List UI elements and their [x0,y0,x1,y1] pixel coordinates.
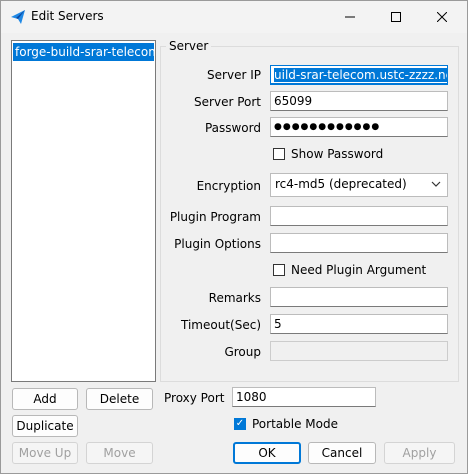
portable-mode-box[interactable]: ✓ [234,418,246,430]
portable-mode-label: Portable Mode [252,417,338,431]
need-plugin-argument-label: Need Plugin Argument [291,263,427,277]
maximize-icon [391,12,401,22]
timeout-label: Timeout(Sec) [181,318,261,332]
plugin-options-input[interactable] [270,233,448,253]
portable-mode-checkbox[interactable]: ✓ Portable Mode [234,417,338,431]
plugin-program-input[interactable] [270,206,448,226]
chevron-down-icon [431,181,441,187]
close-icon [437,12,447,22]
password-input[interactable]: ●●●●●●●●●●●● [270,117,448,137]
group-label: Group [224,345,261,359]
server-ip-label: Server IP [207,68,261,82]
ok-button[interactable]: OK [233,442,301,464]
remarks-label: Remarks [208,291,261,305]
title-bar[interactable]: Edit Servers [1,1,467,33]
encryption-label: Encryption [196,179,261,193]
paper-plane-icon [11,10,25,24]
need-plugin-argument-box[interactable] [273,264,285,276]
add-button[interactable]: Add [12,388,78,410]
move-up-button[interactable]: Move Up [12,442,78,464]
window-title: Edit Servers [31,9,104,23]
show-password-checkbox[interactable]: Show Password [273,147,383,161]
show-password-box[interactable] [273,148,285,160]
remarks-input[interactable] [270,287,448,307]
server-ip-value: uild-srar-telecom.ustc-zzzz.net [274,68,447,82]
show-password-label: Show Password [291,147,384,161]
proxy-port-label: Proxy Port [164,391,225,405]
proxy-port-input[interactable]: 1080 [232,387,376,407]
maximize-button[interactable] [373,1,419,33]
password-label: Password [204,121,261,135]
plugin-program-label: Plugin Program [169,210,261,224]
encryption-value: rc4-md5 (deprecated) [275,177,407,191]
need-plugin-argument-checkbox[interactable]: Need Plugin Argument [273,263,426,277]
server-port-label: Server Port [194,95,261,109]
duplicate-button[interactable]: Duplicate [12,415,78,437]
server-list-item[interactable]: forge-build-srar-telecom [13,43,154,61]
server-list[interactable]: forge-build-srar-telecom [11,40,156,382]
server-group-title: Server [166,39,212,53]
server-ip-input[interactable]: uild-srar-telecom.ustc-zzzz.net [270,65,448,85]
cancel-button[interactable]: Cancel [308,442,376,464]
move-down-button[interactable]: Move [86,442,153,464]
minimize-button[interactable] [327,1,373,33]
encryption-select[interactable]: rc4-md5 (deprecated) [270,173,448,197]
server-port-input[interactable]: 65099 [270,91,448,111]
delete-button[interactable]: Delete [86,388,153,410]
apply-button[interactable]: Apply [384,442,455,464]
group-input [270,341,448,361]
minimize-icon [345,16,355,18]
timeout-input[interactable]: 5 [270,314,448,334]
close-button[interactable] [419,1,465,33]
plugin-options-label: Plugin Options [174,237,261,251]
